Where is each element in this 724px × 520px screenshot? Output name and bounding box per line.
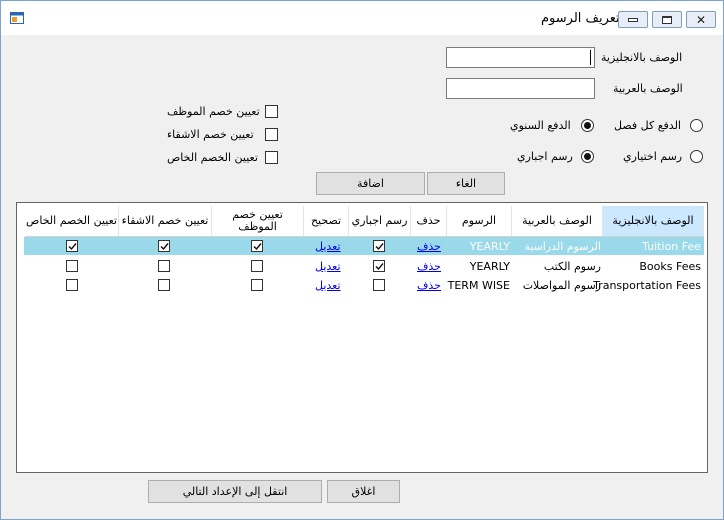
- add-button-label: اضافة: [357, 177, 384, 190]
- delete-link[interactable]: حذف: [417, 257, 441, 275]
- employee-discount-cell-checkbox[interactable]: [251, 240, 263, 252]
- per-term-label: الدفع كل فصل: [614, 119, 681, 132]
- siblings-discount-cell-checkbox[interactable]: [158, 240, 170, 252]
- cell-english-desc: Books Fees: [639, 259, 701, 273]
- close-icon: ✕: [695, 12, 707, 27]
- minimize-icon: [628, 17, 638, 22]
- edit-link[interactable]: تعديل: [315, 237, 341, 255]
- close-button[interactable]: اغلاق: [327, 480, 400, 503]
- employee-discount-label: تعيين خصم الموظف: [167, 105, 260, 118]
- optional-fee-radio[interactable]: [690, 150, 703, 163]
- siblings-discount-label: تعيين خصم الاشقاء: [167, 128, 254, 141]
- checkmark-icon: [160, 243, 169, 251]
- arabic-desc-label: الوصف بالعربية: [613, 82, 683, 95]
- per-term-radio[interactable]: [690, 119, 703, 132]
- close-window-button[interactable]: ✕: [686, 11, 716, 28]
- employee-discount-checkbox[interactable]: [265, 105, 278, 118]
- cell-fees: YEARLY: [469, 239, 510, 253]
- mandatory-fee-label: رسم اجباري: [517, 150, 573, 163]
- employee-discount-cell-checkbox[interactable]: [251, 260, 263, 272]
- arabic-desc-input[interactable]: [446, 78, 595, 99]
- checkmark-icon: [375, 263, 384, 271]
- add-button[interactable]: اضافة: [316, 172, 425, 195]
- edit-link[interactable]: تعديل: [315, 257, 341, 275]
- header-arabic-desc[interactable]: الوصف بالعربية: [512, 206, 603, 237]
- mandatory-checkbox[interactable]: [373, 260, 385, 272]
- header-siblings-discount[interactable]: تعيين خصم الاشقاء: [119, 206, 212, 237]
- delete-link[interactable]: حذف: [417, 237, 441, 255]
- special-discount-cell-checkbox[interactable]: [66, 279, 78, 291]
- cell-arabic-desc: رسوم الكتب: [543, 259, 601, 273]
- yearly-label: الدفع السنوي: [510, 119, 571, 132]
- special-discount-label: تعيين الخصم الخاص: [167, 151, 258, 164]
- title-bar: تعريف الرسوم ✕: [1, 1, 723, 35]
- next-setting-button[interactable]: انتقل إلى الإعداد التالي: [148, 480, 322, 503]
- special-discount-checkbox[interactable]: [265, 151, 278, 164]
- radio-selected-dot: [584, 122, 591, 129]
- cell-english-desc: Tuition Fee: [642, 239, 701, 253]
- maximize-button[interactable]: [652, 11, 682, 28]
- checkmark-icon: [375, 243, 384, 251]
- siblings-discount-cell-checkbox[interactable]: [158, 260, 170, 272]
- radio-selected-dot: [584, 153, 591, 160]
- cancel-button-label: الغاء: [455, 177, 477, 190]
- checkmark-icon: [253, 243, 262, 251]
- header-english-desc[interactable]: الوصف بالانجليزية: [603, 206, 704, 237]
- header-mandatory[interactable]: رسم اجباري: [349, 206, 411, 237]
- delete-link[interactable]: حذف: [417, 276, 441, 294]
- close-button-label: اغلاق: [351, 485, 376, 498]
- yearly-radio[interactable]: [581, 119, 594, 132]
- optional-fee-label: رسم اختياري: [623, 150, 683, 163]
- selected-row-highlight: [24, 237, 704, 255]
- cell-arabic-desc: رسوم المواصلات: [522, 278, 601, 292]
- window-title: تعريف الرسوم: [541, 11, 620, 26]
- header-fees[interactable]: الرسوم: [447, 206, 512, 237]
- special-discount-cell-checkbox[interactable]: [66, 260, 78, 272]
- fees-grid[interactable]: تعيين الخصم الخاص تعيين خصم الاشقاء تعيي…: [16, 202, 708, 473]
- text-caret: [590, 50, 591, 65]
- next-setting-label: انتقل إلى الإعداد التالي: [182, 485, 288, 498]
- window-form-icon: [10, 12, 24, 24]
- special-discount-cell-checkbox[interactable]: [66, 240, 78, 252]
- header-delete[interactable]: حذف: [411, 206, 447, 237]
- maximize-icon: [662, 15, 672, 24]
- cell-fees: YEARLY: [469, 259, 510, 273]
- header-employee-discount[interactable]: تعيين خصم الموظف: [212, 206, 304, 237]
- cancel-button[interactable]: الغاء: [427, 172, 505, 195]
- fee-definition-window: تعريف الرسوم ✕ الوصف بالانجليزية الوصف ب…: [0, 0, 724, 520]
- checkmark-icon: [68, 243, 77, 251]
- edit-link[interactable]: تعديل: [315, 276, 341, 294]
- english-desc-label: الوصف بالانجليزية: [601, 51, 683, 64]
- mandatory-fee-radio[interactable]: [581, 150, 594, 163]
- mandatory-checkbox[interactable]: [373, 279, 385, 291]
- siblings-discount-cell-checkbox[interactable]: [158, 279, 170, 291]
- cell-english-desc: Transportation Fees: [593, 278, 701, 292]
- english-desc-input[interactable]: [446, 47, 595, 68]
- cell-fees: TERM WISE: [447, 278, 510, 292]
- minimize-button[interactable]: [618, 11, 648, 28]
- mandatory-checkbox[interactable]: [373, 240, 385, 252]
- header-edit[interactable]: تصحيح: [304, 206, 349, 237]
- cell-arabic-desc: الرسوم الدراسية: [524, 239, 601, 253]
- siblings-discount-checkbox[interactable]: [265, 128, 278, 141]
- employee-discount-cell-checkbox[interactable]: [251, 279, 263, 291]
- header-special-discount[interactable]: تعيين الخصم الخاص: [25, 206, 119, 237]
